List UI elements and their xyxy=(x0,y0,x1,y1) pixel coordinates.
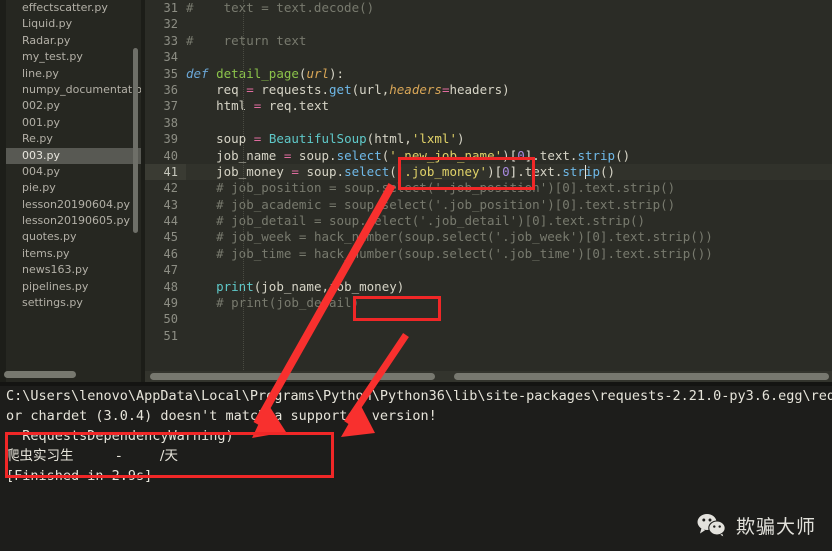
code-line-49[interactable]: # print(job_detail) xyxy=(186,295,832,311)
sidebar-item-002-py[interactable]: 002.py xyxy=(0,98,141,114)
sidebar-item-Radar-py[interactable]: Radar.py xyxy=(0,33,141,49)
wechat-icon xyxy=(697,514,726,538)
line-number: 34 xyxy=(163,50,178,65)
text-caret xyxy=(584,165,586,179)
sidebar-file-list[interactable]: effectscatter.py Liquid.py Radar.py my_test… xyxy=(0,0,141,383)
sidebar-item-quotes-py[interactable]: quotes.py xyxy=(0,229,141,245)
code-line-32[interactable] xyxy=(186,16,832,32)
sidebar-vertical-scrollbar[interactable] xyxy=(133,48,138,233)
code-line-37[interactable]: html = req.text xyxy=(186,98,832,114)
line-number: 50 xyxy=(163,312,178,327)
sidebar-item-lesson20190604-py[interactable]: lesson20190604.py xyxy=(0,197,141,213)
editor-horizontal-scrollbar-right[interactable] xyxy=(454,373,829,380)
line-number: 36 xyxy=(163,82,178,97)
sidebar-item-pipelines-py[interactable]: pipelines.py xyxy=(0,279,141,295)
sidebar-item-my_test-py[interactable]: my_test.py xyxy=(0,49,141,65)
code-line-45[interactable]: # job_week = hack_number(soup.select('.j… xyxy=(186,229,832,245)
code-line-51[interactable] xyxy=(186,328,832,344)
watermark: 欺骗大师 xyxy=(697,512,816,539)
sidebar-item-news163-py[interactable]: news163.py xyxy=(0,262,141,278)
sidebar-item-lesson20190605-py[interactable]: lesson20190605.py xyxy=(0,213,141,229)
code-line-35[interactable]: def detail_page(url): xyxy=(186,66,832,82)
code-line-46[interactable]: # job_time = hack_number(soup.select('.j… xyxy=(186,246,832,262)
line-number: 35 xyxy=(163,66,178,81)
console-line: or chardet (3.0.4) doesn't match a suppo… xyxy=(6,408,437,424)
sidebar-item-004-py[interactable]: 004.py xyxy=(0,164,141,180)
sublime-text-window: effectscatter.py Liquid.py Radar.py my_test… xyxy=(0,0,832,551)
line-number: 32 xyxy=(163,17,178,32)
annotation-box-print-job-money xyxy=(353,296,441,321)
watermark-label: 欺骗大师 xyxy=(735,516,816,538)
line-number: 48 xyxy=(163,279,178,294)
line-number: 49 xyxy=(163,296,178,311)
line-number: 46 xyxy=(163,246,178,261)
sidebar-item-001-py[interactable]: 001.py xyxy=(0,115,141,131)
sidebar-left-edge xyxy=(0,0,6,383)
line-number: 31 xyxy=(163,1,178,15)
sidebar-item-Re-py[interactable]: Re.py xyxy=(0,131,141,147)
annotation-box-console-output xyxy=(5,432,334,478)
code-line-50[interactable] xyxy=(186,311,832,327)
line-number: 51 xyxy=(163,328,178,343)
sidebar-item-Liquid-py[interactable]: Liquid.py xyxy=(0,16,141,32)
code-line-33[interactable]: # return text xyxy=(186,33,832,49)
line-number: 37 xyxy=(163,99,178,114)
line-number: 39 xyxy=(163,132,178,147)
line-number: 43 xyxy=(163,197,178,212)
code-line-39[interactable]: soup = BeautifulSoup(html,'lxml') xyxy=(186,131,832,147)
line-number: 38 xyxy=(163,115,178,130)
indent-guide xyxy=(243,0,245,372)
editor-horizontal-scrollbar-left[interactable] xyxy=(150,373,435,380)
code-line-34[interactable] xyxy=(186,49,832,65)
code-line-36[interactable]: req = requests.get(url,headers=headers) xyxy=(186,82,832,98)
sidebar-item-numpy_documentatio[interactable]: numpy_documentatio xyxy=(0,82,141,98)
sidebar-item-pie-py[interactable]: pie.py xyxy=(0,180,141,196)
code-line-38[interactable] xyxy=(186,115,832,131)
line-number: 47 xyxy=(163,263,178,278)
line-number: 45 xyxy=(163,230,178,245)
code-line-48[interactable]: print(job_name,job_money) xyxy=(186,279,832,295)
sidebar-item-items-py[interactable]: items.py xyxy=(0,246,141,262)
sidebar-item-line-py[interactable]: line.py xyxy=(0,66,141,82)
line-number: 44 xyxy=(163,214,178,229)
sidebar-item-settings-py[interactable]: settings.py xyxy=(0,295,141,311)
sidebar-item-003-py[interactable]: 003.py xyxy=(0,147,141,164)
code-line-44[interactable]: # job_detail = soup.select('.job_detail'… xyxy=(186,213,832,229)
console-line: C:\Users\lenovo\AppData\Local\Programs\P… xyxy=(6,388,832,404)
line-number: 42 xyxy=(163,181,178,196)
line-number: 41 xyxy=(145,163,186,181)
code-line-31[interactable]: # text = text.decode() xyxy=(186,0,832,16)
sidebar-horizontal-scrollbar[interactable] xyxy=(4,371,76,378)
code-line-47[interactable] xyxy=(186,262,832,278)
sidebar-item-effectscatter-py[interactable]: effectscatter.py xyxy=(0,0,141,16)
annotation-box-selectors xyxy=(398,157,535,190)
line-number-gutter: 31 32 33 34 35 36 37 38 39 40 41 42 43 44 45 46 47 48 49 50… xyxy=(145,0,186,372)
line-number: 33 xyxy=(163,33,178,48)
code-line-43[interactable]: # job_academic = soup.select('.job_posit… xyxy=(186,197,832,213)
sidebar-items-container: effectscatter.py Liquid.py Radar.py my_test… xyxy=(0,0,141,311)
line-number: 40 xyxy=(163,148,178,163)
